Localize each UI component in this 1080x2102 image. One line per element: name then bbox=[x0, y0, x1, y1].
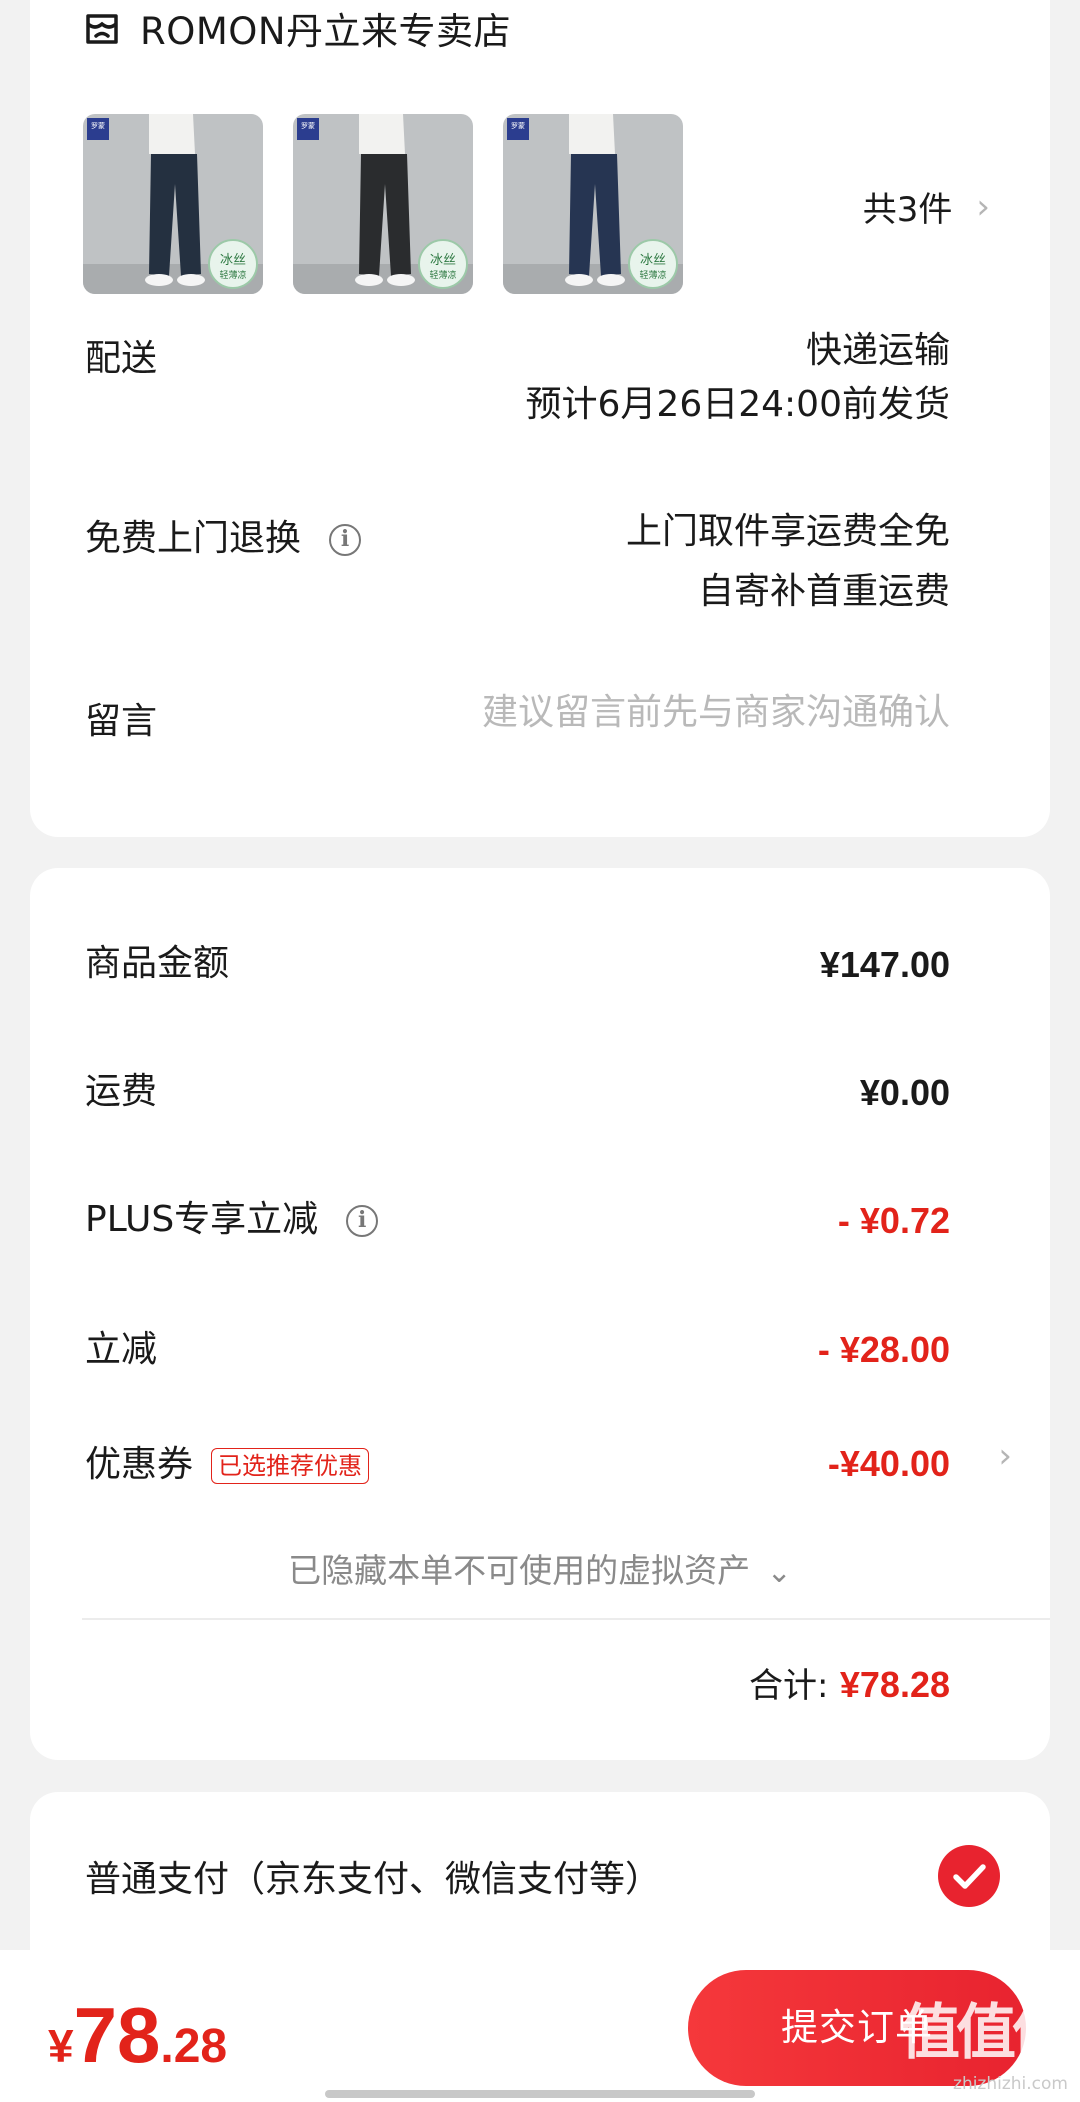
free-return-row: 免费上门退换 i bbox=[85, 509, 362, 561]
product-badge-sub: 轻薄凉 bbox=[429, 269, 456, 281]
chevron-right-icon: › bbox=[976, 186, 990, 227]
product-badge: 冰丝 bbox=[640, 253, 666, 268]
coupon-row[interactable]: 优惠券 已选推荐优惠 bbox=[85, 1435, 370, 1487]
message-label: 留言 bbox=[85, 701, 158, 742]
payment-method-label[interactable]: 普通支付（京东支付、微信支付等） bbox=[85, 1850, 661, 1902]
product-image: 罗蒙 冰丝 轻薄凉 bbox=[83, 114, 263, 294]
brand-tag: 罗蒙 bbox=[91, 121, 105, 130]
product-image: 罗蒙 冰丝 轻薄凉 bbox=[293, 114, 473, 294]
amount-decimal: .28 bbox=[160, 2020, 228, 2073]
product-badge-sub: 轻薄凉 bbox=[639, 269, 666, 281]
free-return-info: 上门取件享运费全免 自寄补首重运费 bbox=[626, 505, 950, 619]
brand-tag: 罗蒙 bbox=[301, 121, 315, 130]
store-header[interactable]: ROMON丹立来专卖店 bbox=[82, 0, 511, 56]
delivery-eta: 预计6月26日24:00前发货 bbox=[525, 384, 950, 425]
goods-amount-value: ¥147.00 bbox=[819, 944, 950, 985]
info-icon[interactable]: i bbox=[346, 1205, 379, 1237]
amount-integer: 78 bbox=[73, 1991, 161, 2079]
free-return-line2: 自寄补首重运费 bbox=[697, 571, 950, 612]
product-badge: 冰丝 bbox=[430, 253, 456, 268]
free-return-line1: 上门取件享运费全免 bbox=[625, 511, 950, 552]
instant-discount-value: - ¥28.00 bbox=[817, 1329, 950, 1370]
check-icon[interactable] bbox=[938, 1845, 1000, 1907]
product-thumb-3[interactable]: 罗蒙 冰丝 轻薄凉 bbox=[503, 114, 683, 294]
plus-discount-label: PLUS专享立减 bbox=[85, 1199, 319, 1240]
info-icon[interactable]: i bbox=[329, 524, 362, 556]
bottom-total-amount: ¥78.28 bbox=[48, 1990, 227, 2081]
chevron-down-icon: ⌄ bbox=[766, 1555, 792, 1590]
brand-tag: 罗蒙 bbox=[511, 121, 525, 130]
plus-discount-row: PLUS专享立减 i bbox=[85, 1190, 379, 1242]
product-count: 共3件 bbox=[862, 190, 953, 230]
plus-discount-value: - ¥0.72 bbox=[837, 1200, 950, 1241]
watermark-url: zhizhizhi.com bbox=[953, 2074, 1068, 2094]
hidden-assets-text: 已隐藏本单不可使用的虚拟资产 bbox=[288, 1551, 751, 1590]
delivery-info[interactable]: 快递运输 预计6月26日24:00前发货 bbox=[526, 324, 950, 432]
product-badge-sub: 轻薄凉 bbox=[219, 269, 246, 281]
checkmark bbox=[953, 1864, 986, 1889]
chevron-right-icon[interactable]: › bbox=[998, 1436, 1012, 1476]
coupon-value[interactable]: -¥40.00 bbox=[828, 1437, 950, 1491]
store-name: ROMON丹立来专卖店 bbox=[140, 10, 512, 53]
delivery-label: 配送 bbox=[85, 338, 158, 379]
order-card: ROMON丹立来专卖店 罗蒙 冰丝 轻薄凉 罗蒙 冰丝 轻薄凉 罗蒙 冰丝 轻薄… bbox=[30, 0, 1050, 837]
product-thumb-1[interactable]: 罗蒙 冰丝 轻薄凉 bbox=[83, 114, 263, 294]
bottom-bar: ¥78.28 提交订单 值值值 zhizhizhi.com bbox=[0, 1950, 1080, 2102]
goods-amount-label: 商品金额 bbox=[85, 943, 230, 984]
product-count-link[interactable]: 共3件 › bbox=[863, 182, 990, 231]
message-input[interactable]: 建议留言前先与商家沟通确认 bbox=[482, 686, 950, 740]
currency-symbol: ¥ bbox=[48, 2020, 74, 2072]
order-total-value: ¥78.28 bbox=[839, 1664, 950, 1705]
coupon-label: 优惠券 bbox=[85, 1444, 194, 1485]
hidden-assets-toggle[interactable]: 已隐藏本单不可使用的虚拟资产 ⌄ bbox=[30, 1544, 1050, 1592]
divider bbox=[82, 1618, 1050, 1620]
instant-discount-label: 立减 bbox=[85, 1329, 158, 1370]
order-total: 合计: ¥78.28 bbox=[749, 1658, 950, 1713]
home-indicator[interactable] bbox=[325, 2090, 755, 2098]
watermark-logo: 值值值 bbox=[900, 1998, 1072, 2068]
price-summary-card: 商品金额 ¥147.00 运费 ¥0.00 PLUS专享立减 i - ¥0.72 … bbox=[30, 868, 1050, 1760]
product-image: 罗蒙 冰丝 轻薄凉 bbox=[503, 114, 683, 294]
free-return-label: 免费上门退换 bbox=[85, 518, 302, 559]
product-thumb-2[interactable]: 罗蒙 冰丝 轻薄凉 bbox=[293, 114, 473, 294]
coupon-badge: 已选推荐优惠 bbox=[211, 1448, 370, 1484]
delivery-method: 快递运输 bbox=[805, 330, 950, 371]
order-total-label: 合计: bbox=[748, 1666, 829, 1706]
product-badge: 冰丝 bbox=[220, 253, 246, 268]
shipping-fee-label: 运费 bbox=[85, 1071, 158, 1112]
shipping-fee-value: ¥0.00 bbox=[859, 1072, 950, 1113]
store-icon bbox=[86, 14, 118, 44]
